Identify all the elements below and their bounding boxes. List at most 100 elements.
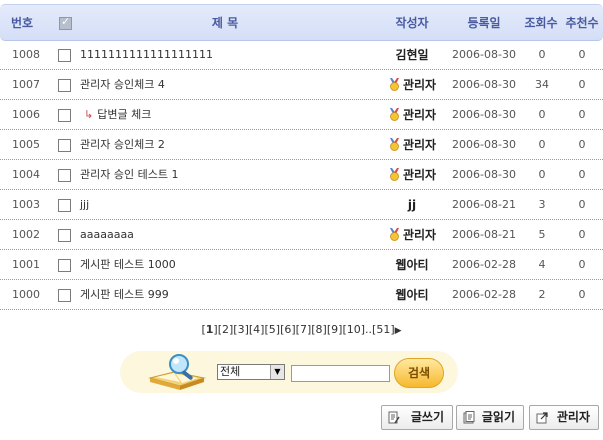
- post-writer[interactable]: 관리자: [370, 160, 454, 190]
- row-checkbox[interactable]: [58, 229, 71, 242]
- writer-name: 관리자: [402, 78, 437, 92]
- medal-icon: [388, 102, 401, 121]
- row-checkbox[interactable]: [58, 289, 71, 302]
- post-title-text: 1111111111111111111: [80, 48, 213, 61]
- post-date: 2006-08-21: [452, 228, 516, 241]
- header-title: 제 목: [211, 16, 239, 30]
- post-number: 1003: [12, 198, 40, 211]
- page-link[interactable]: 5: [269, 323, 276, 336]
- medal-icon: [388, 132, 401, 151]
- page-link[interactable]: 10: [347, 323, 361, 336]
- admin-button[interactable]: 관리자: [529, 405, 599, 430]
- post-number: 1008: [12, 48, 40, 61]
- row-checkbox[interactable]: [58, 79, 71, 92]
- row-checkbox[interactable]: [58, 139, 71, 152]
- header-writer: 작성자: [395, 16, 429, 30]
- book-magnifier-icon: [148, 354, 206, 390]
- post-title-link[interactable]: aaaaaaaa: [80, 220, 134, 250]
- post-title-link[interactable]: 관리자 승인체크 2: [80, 130, 165, 160]
- post-views: 4: [538, 258, 546, 271]
- page-link[interactable]: 2: [222, 323, 229, 336]
- post-writer[interactable]: 관리자: [370, 70, 454, 100]
- search-button[interactable]: 검색: [394, 358, 444, 388]
- post-title-text: aaaaaaaa: [80, 228, 134, 241]
- post-recommend: 0: [578, 168, 586, 181]
- post-date: 2006-08-30: [452, 108, 516, 121]
- post-recommend: 0: [578, 288, 586, 301]
- page-link[interactable]: 7: [300, 323, 307, 336]
- writer-name: 관리자: [402, 108, 437, 122]
- search-scope-select[interactable]: 전체 ▼: [217, 364, 285, 380]
- page-link[interactable]: 8: [316, 323, 323, 336]
- post-title-link[interactable]: 관리자 승인체크 4: [80, 70, 165, 100]
- writer-name: 관리자: [402, 168, 437, 182]
- post-title-text: 게시판 테스트 1000: [80, 258, 176, 271]
- post-title-link[interactable]: 1111111111111111111: [80, 40, 213, 70]
- search-scope-value: 전체: [220, 365, 241, 378]
- header-no: 번호: [10, 16, 34, 30]
- post-date: 2006-08-30: [452, 48, 516, 61]
- post-views: 0: [538, 168, 546, 181]
- post-views: 0: [538, 108, 546, 121]
- post-title-link[interactable]: 관리자 승인 테스트 1: [80, 160, 178, 190]
- search-input[interactable]: [291, 365, 390, 382]
- post-number: 1007: [12, 78, 40, 91]
- header-views: 조회수: [524, 16, 558, 30]
- row-checkbox[interactable]: [58, 199, 71, 212]
- post-views: 34: [535, 78, 549, 91]
- reply-arrow-icon: ↳: [84, 108, 94, 121]
- post-title-text: 관리자 승인체크 2: [80, 138, 165, 151]
- write-button[interactable]: 글쓰기: [381, 405, 453, 430]
- post-title-text: jjj: [80, 198, 90, 211]
- post-title-text: 관리자 승인 테스트 1: [80, 168, 179, 181]
- medal-icon: [388, 162, 401, 181]
- table-row: 1008 1111111111111111111 김현일 2006-08-30 0 0: [0, 40, 603, 70]
- post-date: 2006-02-28: [452, 258, 516, 271]
- post-title-link[interactable]: 게시판 테스트 999: [80, 280, 169, 310]
- chevron-down-icon[interactable]: ▼: [270, 365, 284, 379]
- post-writer[interactable]: jj: [370, 190, 454, 220]
- table-row: 1000 게시판 테스트 999 웹아티 2006-02-28 2 0: [0, 280, 603, 310]
- post-views: 0: [538, 138, 546, 151]
- post-number: 1005: [12, 138, 40, 151]
- post-date: 2006-08-21: [452, 198, 516, 211]
- read-icon: [463, 411, 475, 424]
- next-page-icon[interactable]: ▶: [395, 326, 402, 336]
- post-writer[interactable]: 김현일: [370, 40, 454, 70]
- post-title-link[interactable]: ↳ 답변글 체크: [80, 100, 151, 130]
- post-writer[interactable]: 웹아티: [370, 280, 454, 310]
- row-checkbox[interactable]: [58, 49, 71, 62]
- table-header: 번호 제 목 작성자 등록일 조회수 추천수: [0, 4, 603, 41]
- table-row: 1005 관리자 승인체크 2 관리자 2006-08-30 0 0: [0, 130, 603, 160]
- table-row: 1001 게시판 테스트 1000 웹아티 2006-02-28 4 0: [0, 250, 603, 280]
- medal-icon: [388, 72, 401, 91]
- header-recommend: 추천수: [565, 16, 599, 30]
- row-checkbox[interactable]: [58, 109, 71, 122]
- table-row: 1007 관리자 승인체크 4 관리자 2006-08-30 34 0: [0, 70, 603, 100]
- post-recommend: 0: [578, 258, 586, 271]
- writer-name: 관리자: [402, 138, 437, 152]
- post-writer[interactable]: 관리자: [370, 100, 454, 130]
- post-writer[interactable]: 웹아티: [370, 250, 454, 280]
- writer-name: 관리자: [402, 228, 437, 242]
- post-recommend: 0: [578, 48, 586, 61]
- row-checkbox[interactable]: [58, 169, 71, 182]
- writer-name: jj: [407, 198, 417, 212]
- writer-name: 웹아티: [395, 258, 429, 272]
- page-link[interactable]: 3: [238, 323, 245, 336]
- post-title-link[interactable]: 게시판 테스트 1000: [80, 250, 176, 280]
- table-row: 1004 관리자 승인 테스트 1 관리자 2006-08-30 0 0: [0, 160, 603, 190]
- post-recommend: 0: [578, 108, 586, 121]
- post-number: 1001: [12, 258, 40, 271]
- post-writer[interactable]: 관리자: [370, 220, 454, 250]
- post-writer[interactable]: 관리자: [370, 130, 454, 160]
- header-date: 등록일: [467, 16, 501, 30]
- post-title-text: 관리자 승인체크 4: [80, 78, 165, 91]
- post-title-link[interactable]: jjj: [80, 190, 89, 220]
- row-checkbox[interactable]: [58, 259, 71, 272]
- select-all-checkbox[interactable]: [59, 15, 72, 30]
- post-title-text: 게시판 테스트 999: [80, 288, 169, 301]
- post-number: 1006: [12, 108, 40, 121]
- read-button[interactable]: 글읽기: [456, 405, 524, 430]
- page-last[interactable]: 51: [376, 323, 390, 336]
